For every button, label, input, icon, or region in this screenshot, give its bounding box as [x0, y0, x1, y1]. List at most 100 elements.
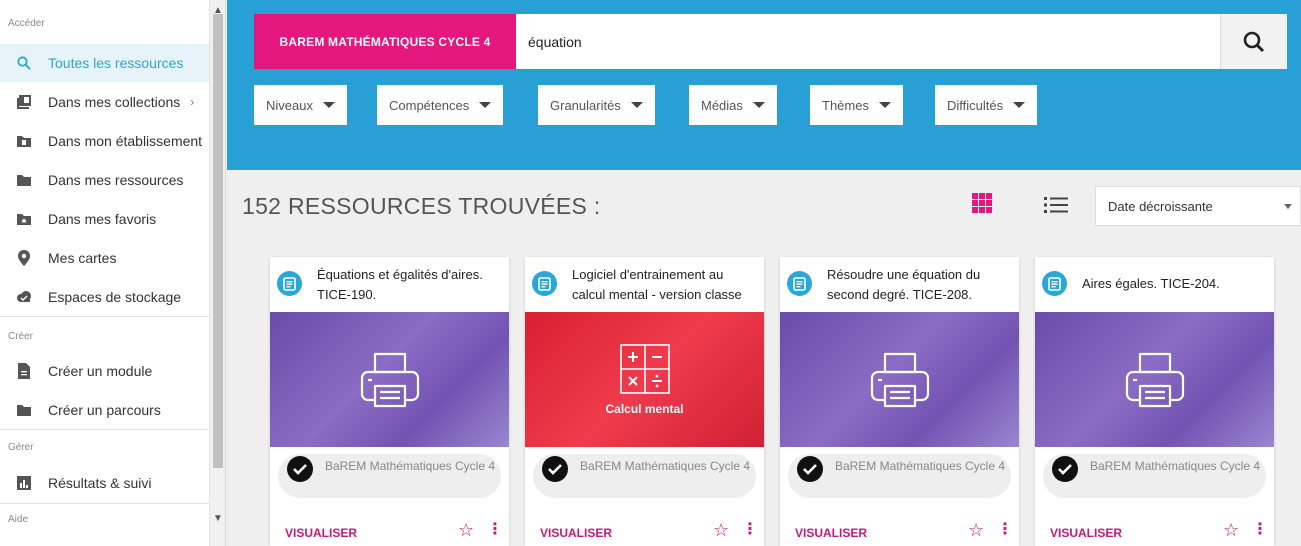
sidebar-item-collections[interactable]: Dans mes collections ›: [0, 83, 210, 121]
filter-label: Compétences: [389, 97, 470, 113]
visualiser-button[interactable]: VISUALISER: [795, 526, 867, 540]
more-menu-icon[interactable]: ⋮: [1252, 522, 1268, 538]
card-thumbnail[interactable]: [780, 312, 1019, 447]
search-button[interactable]: [1220, 14, 1287, 69]
search-icon: [1243, 31, 1265, 52]
list-view-icon[interactable]: [1044, 196, 1068, 214]
media-label: Calcul mental: [605, 401, 684, 416]
caret-down-icon: [479, 102, 492, 108]
sidebar-item-cartes[interactable]: Mes cartes: [0, 239, 210, 277]
document-icon: [16, 363, 32, 379]
card-title[interactable]: Équations et égalités d'aires. TICE-190.: [317, 265, 503, 305]
folder-icon: [16, 402, 32, 418]
cloud-icon: [16, 289, 32, 305]
sidebar-item-label: Résultats & suivi: [48, 475, 152, 491]
document-type-icon: [532, 271, 557, 296]
filter-label: Granularités: [550, 97, 621, 113]
more-menu-icon[interactable]: ⋮: [487, 522, 503, 538]
section-label-gerer: Gérer: [8, 442, 34, 453]
sidebar-item-label: Mes cartes: [48, 250, 117, 266]
search-bar: BAREM MATHÉMATIQUES CYCLE 4: [254, 14, 1287, 69]
more-menu-icon[interactable]: ⋮: [997, 522, 1013, 538]
sidebar-item-label: Espaces de stockage: [48, 289, 182, 305]
card-source-text: BaREM Mathématiques Cycle 4: [834, 459, 1006, 473]
card-thumbnail[interactable]: [1035, 312, 1274, 447]
caret-down-icon: [1013, 102, 1026, 108]
visualiser-button[interactable]: VISUALISER: [1050, 526, 1122, 540]
filter-granularites[interactable]: Granularités: [538, 85, 655, 125]
map-pin-icon: [16, 250, 32, 266]
star-icon[interactable]: ☆: [458, 521, 474, 539]
sidebar-item-label: Créer un module: [48, 363, 153, 379]
caret-down-icon: [752, 102, 765, 108]
grid-view-icon[interactable]: [972, 193, 992, 213]
resource-card[interactable]: Logiciel d'entrainement au calcul mental…: [525, 257, 764, 546]
resource-card[interactable]: Résoudre une équation du second degré. T…: [780, 257, 1019, 546]
card-footer: VISUALISER ☆ ⋮: [525, 519, 764, 546]
card-title[interactable]: Aires égales. TICE-204.: [1082, 274, 1268, 294]
card-thumbnail[interactable]: Calcul mental: [525, 312, 764, 447]
document-type-icon: [277, 271, 302, 296]
star-icon[interactable]: ☆: [713, 521, 729, 539]
favorite-folder-icon: [16, 211, 32, 227]
caret-down-icon: [322, 102, 335, 108]
visualiser-button[interactable]: VISUALISER: [540, 526, 612, 540]
sidebar-scrollbar[interactable]: ▲ ▼: [209, 0, 225, 546]
sidebar-item-favoris[interactable]: Dans mes favoris: [0, 200, 210, 238]
card-header: Aires égales. TICE-204.: [1035, 257, 1274, 312]
card-footer: VISUALISER ☆ ⋮: [270, 519, 509, 546]
star-icon[interactable]: ☆: [1223, 521, 1239, 539]
card-footer: VISUALISER ☆ ⋮: [780, 519, 1019, 546]
sidebar-item-creer-module[interactable]: Créer un module: [0, 352, 210, 390]
filter-label: Difficultés: [947, 97, 1004, 113]
printer-icon: [870, 352, 929, 407]
card-title[interactable]: Résoudre une équation du second degré. T…: [827, 265, 1013, 305]
sidebar-item-stockage[interactable]: Espaces de stockage: [0, 278, 210, 316]
sort-select[interactable]: Date décroissante: [1095, 186, 1301, 226]
chevron-right-icon: ›: [190, 95, 195, 109]
filter-medias[interactable]: Médias: [689, 85, 777, 125]
search-category-button[interactable]: BAREM MATHÉMATIQUES CYCLE 4: [254, 14, 516, 69]
printer-icon: [360, 352, 419, 407]
visualiser-button[interactable]: VISUALISER: [285, 526, 357, 540]
filter-niveaux[interactable]: Niveaux: [254, 85, 347, 125]
card-header: Logiciel d'entrainement au calcul mental…: [525, 257, 764, 312]
resource-card[interactable]: Équations et égalités d'aires. TICE-190.…: [270, 257, 509, 546]
calculator-icon: [619, 343, 670, 394]
filter-themes[interactable]: Thèmes: [810, 85, 903, 125]
card-header: Équations et égalités d'aires. TICE-190.: [270, 257, 509, 312]
folder-icon: [16, 172, 32, 188]
sidebar-item-toutes-ressources[interactable]: Toutes les ressources: [0, 44, 210, 82]
star-icon[interactable]: ☆: [968, 521, 984, 539]
search-input[interactable]: [516, 14, 1220, 69]
sidebar-item-etablissement[interactable]: Dans mon établissement: [0, 122, 210, 160]
publisher-logo: [797, 456, 823, 482]
search-header: BAREM MATHÉMATIQUES CYCLE 4 Niveaux Comp…: [227, 0, 1301, 170]
sidebar-item-mes-ressources[interactable]: Dans mes ressources: [0, 161, 210, 199]
card-source-pill: BaREM Mathématiques Cycle 4: [278, 454, 501, 498]
chart-icon: [16, 475, 32, 491]
card-title[interactable]: Logiciel d'entrainement au calcul mental…: [572, 265, 758, 305]
card-source-text: BaREM Mathématiques Cycle 4: [1089, 459, 1261, 473]
card-source-text: BaREM Mathématiques Cycle 4: [324, 459, 496, 473]
sidebar-item-label: Dans mon établissement: [48, 133, 203, 149]
more-menu-icon[interactable]: ⋮: [742, 522, 758, 538]
sidebar-item-label: Dans mes collections: [48, 94, 181, 110]
resource-card[interactable]: Aires égales. TICE-204. BaREM Mathématiq…: [1035, 257, 1274, 546]
school-icon: [16, 133, 32, 149]
card-thumbnail[interactable]: [270, 312, 509, 447]
collections-icon: [16, 94, 32, 110]
caret-down-icon: [630, 102, 643, 108]
card-source-pill: BaREM Mathématiques Cycle 4: [788, 454, 1011, 498]
filter-competences[interactable]: Compétences: [377, 85, 504, 125]
divider: [0, 316, 210, 317]
section-label-aide: Aide: [8, 514, 29, 525]
filter-difficultes[interactable]: Difficultés: [935, 85, 1038, 125]
scroll-down-icon[interactable]: ▼: [210, 512, 225, 526]
scrollbar-thumb[interactable]: [213, 14, 223, 468]
sidebar-item-creer-parcours[interactable]: Créer un parcours: [0, 391, 210, 429]
sidebar-item-label: Créer un parcours: [48, 402, 161, 418]
card-source-text: BaREM Mathématiques Cycle 4: [579, 459, 751, 473]
filter-label: Niveaux: [266, 97, 313, 113]
sidebar-item-resultats[interactable]: Résultats & suivi: [0, 464, 210, 502]
